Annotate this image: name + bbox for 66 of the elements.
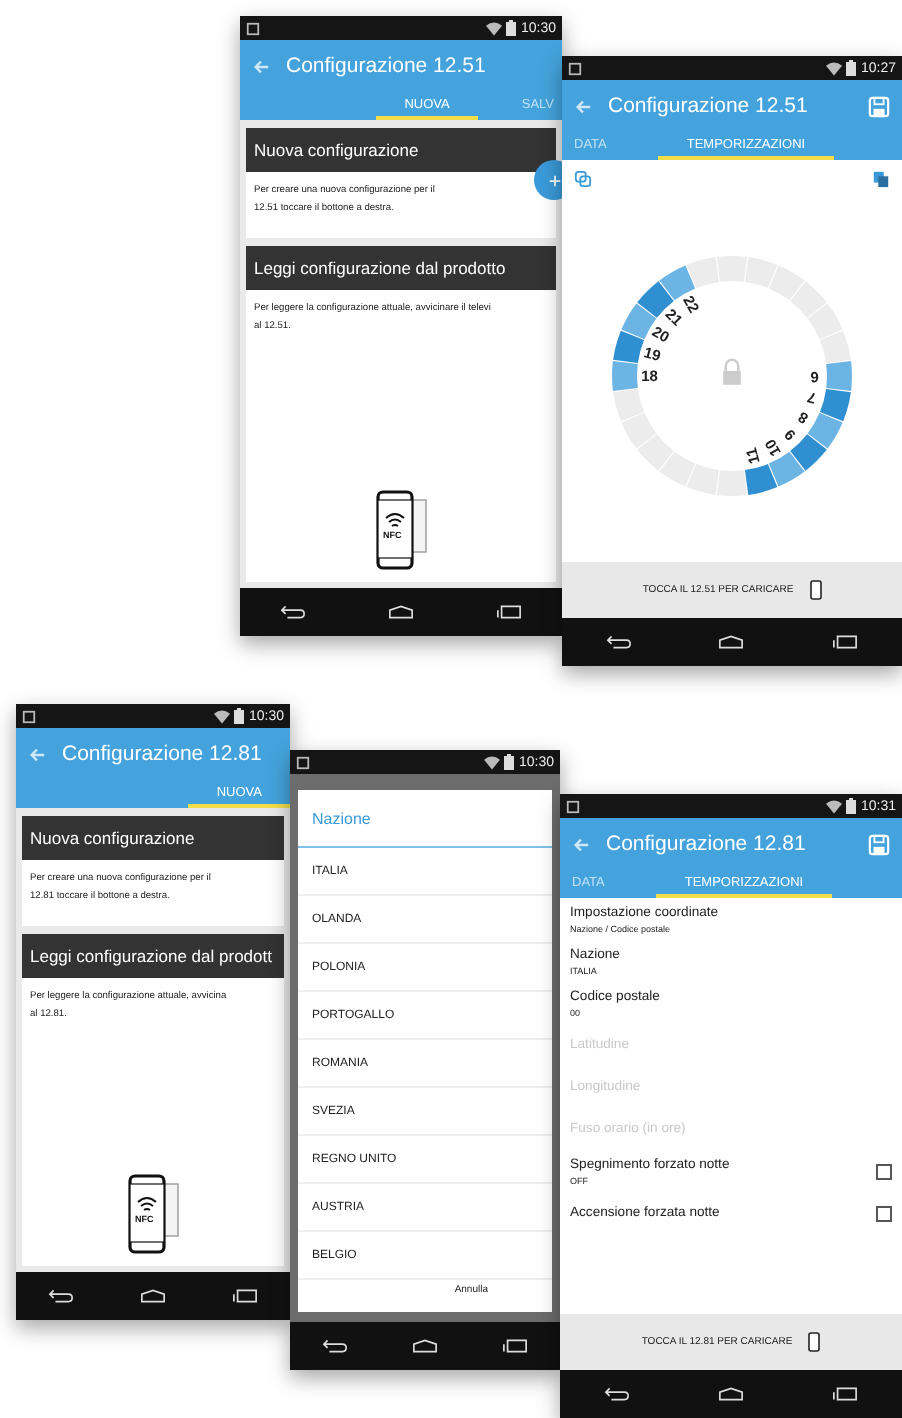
wifi-icon	[214, 709, 231, 723]
recents-icon[interactable]	[832, 1386, 858, 1402]
screen-title: Configurazione 12.51	[608, 94, 810, 118]
back-arrow-icon[interactable]	[252, 57, 270, 75]
sim-card-icon	[296, 755, 310, 769]
screen-title: Configurazione 12.81	[606, 832, 808, 856]
save-icon[interactable]	[868, 95, 890, 117]
wifi-icon	[826, 799, 843, 813]
wifi-icon	[486, 21, 503, 35]
screen-title: Configurazione 12.51	[286, 54, 488, 78]
back-icon[interactable]	[280, 604, 307, 620]
dialog-title: Nazione	[298, 790, 552, 848]
wifi-icon	[826, 61, 843, 75]
hour-label: 18	[641, 366, 658, 385]
hour-label: 6	[810, 367, 819, 386]
recents-icon[interactable]	[502, 1338, 528, 1354]
sim-card-icon	[22, 709, 36, 723]
dial-segment[interactable]	[612, 360, 638, 392]
home-icon[interactable]	[139, 1288, 166, 1304]
dial-segment[interactable]	[613, 388, 645, 422]
dial-segment[interactable]	[716, 470, 748, 496]
checkbox[interactable]	[876, 1163, 892, 1179]
nfc-phone-drawing	[123, 1174, 183, 1254]
battery-icon	[234, 708, 245, 724]
back-icon[interactable]	[48, 1288, 75, 1304]
lock-icon	[723, 358, 741, 385]
save-icon[interactable]	[868, 833, 890, 855]
back-icon[interactable]	[605, 634, 632, 650]
screen-title: Configurazione 12.81	[62, 742, 264, 766]
back-arrow-icon[interactable]	[574, 97, 592, 115]
section-heading: Leggi configurazione dal prodotto	[246, 246, 556, 291]
phone-icon	[809, 580, 822, 600]
dial-segment[interactable]	[819, 330, 851, 364]
home-icon[interactable]	[387, 604, 414, 620]
back-arrow-icon[interactable]	[28, 745, 46, 763]
recents-icon[interactable]	[231, 1288, 258, 1304]
sim-card-icon	[246, 21, 260, 35]
dial-segment[interactable]	[744, 463, 778, 495]
recents-icon[interactable]	[495, 604, 522, 620]
phone-icon	[808, 1332, 821, 1352]
paste-icon[interactable]	[872, 170, 890, 188]
battery-icon	[504, 754, 515, 770]
back-icon[interactable]	[322, 1338, 348, 1354]
checkbox[interactable]	[876, 1205, 892, 1221]
dial-segment[interactable]	[613, 330, 645, 364]
nfc-phone-drawing	[371, 490, 431, 570]
recents-icon[interactable]	[832, 634, 859, 650]
home-icon[interactable]	[718, 634, 745, 650]
dial-segment[interactable]	[826, 360, 852, 392]
dial-segment[interactable]	[819, 388, 851, 422]
copy-icon[interactable]	[574, 170, 592, 188]
section-heading: Nuova configurazione	[22, 816, 284, 860]
battery-icon	[846, 798, 857, 814]
back-arrow-icon[interactable]	[572, 835, 590, 853]
sim-card-icon	[566, 799, 580, 813]
back-icon[interactable]	[604, 1386, 630, 1402]
dial-segment[interactable]	[807, 412, 843, 449]
section-heading: Leggi configurazione dal prodott	[22, 934, 284, 979]
home-icon[interactable]	[718, 1386, 744, 1402]
battery-icon	[506, 20, 517, 36]
sim-card-icon	[568, 61, 582, 75]
wifi-icon	[484, 755, 501, 769]
section-heading: Nuova configurazione	[246, 128, 556, 172]
dial-segment[interactable]	[686, 257, 720, 289]
home-icon[interactable]	[412, 1338, 438, 1354]
battery-icon	[846, 60, 857, 76]
